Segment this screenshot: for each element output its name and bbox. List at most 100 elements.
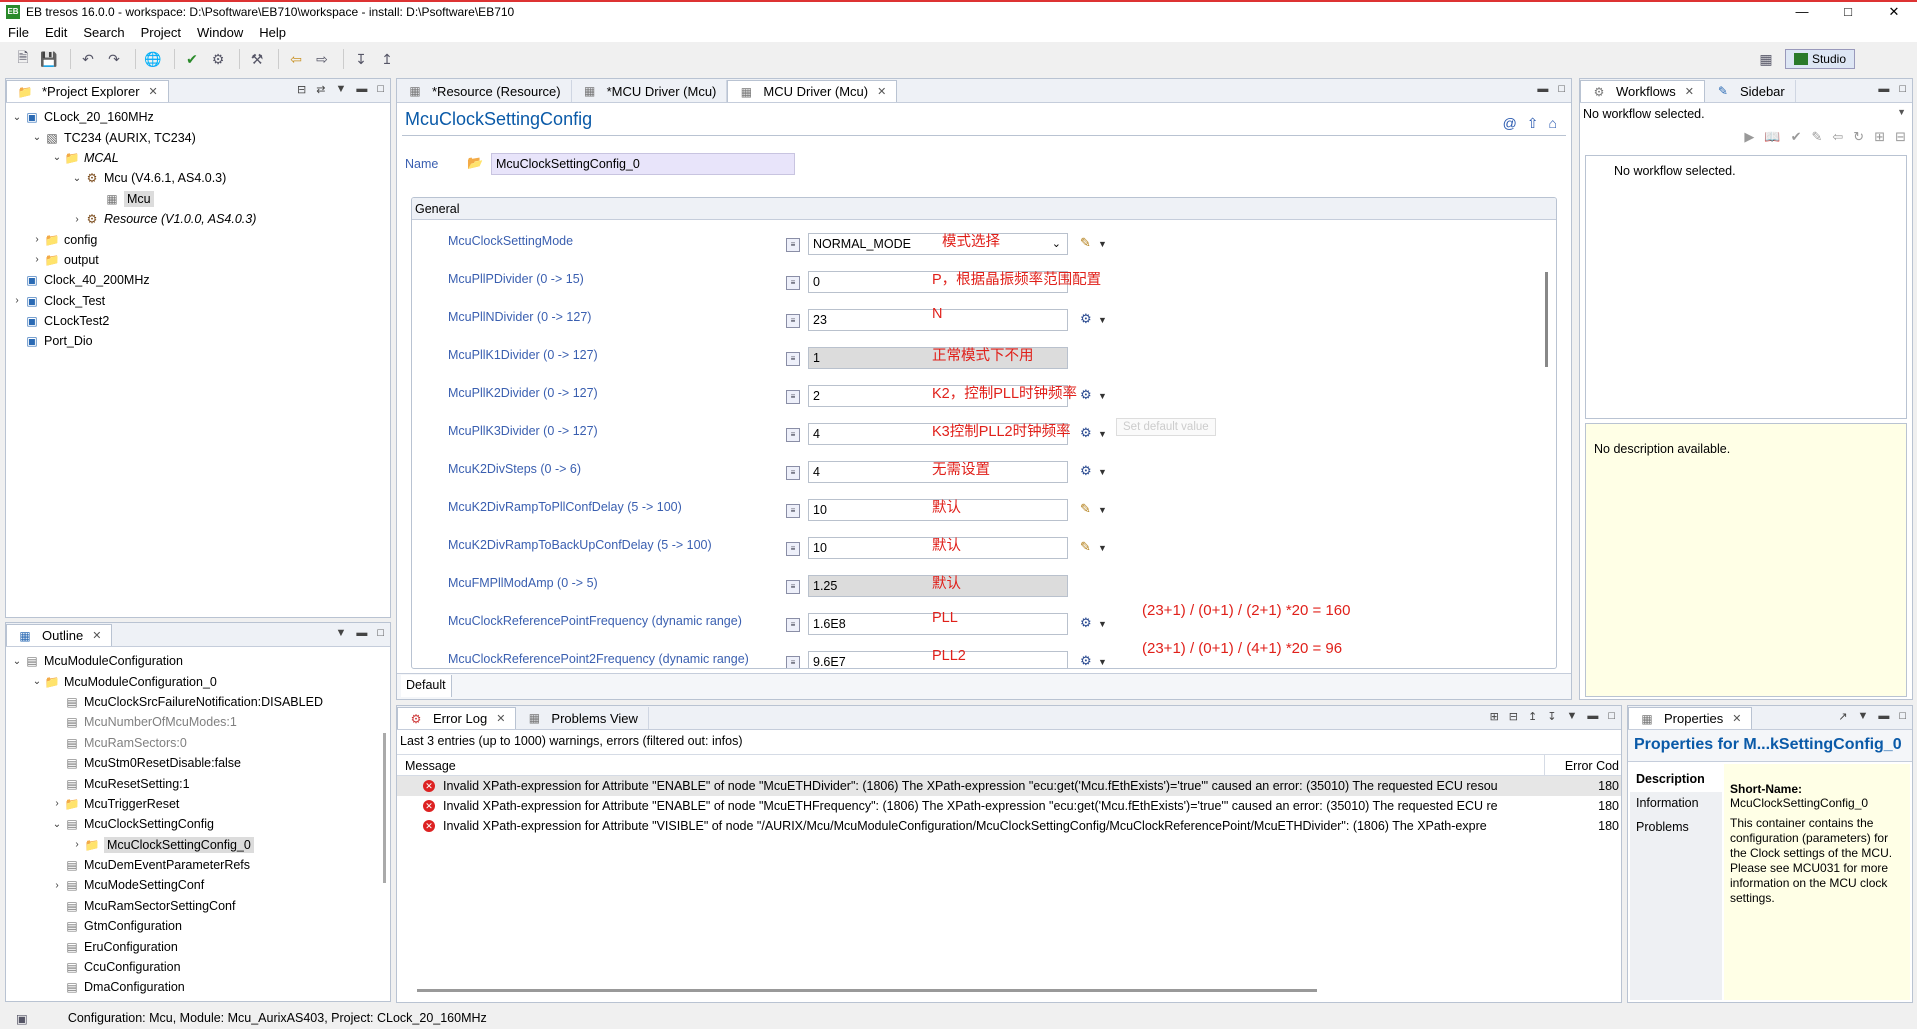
tree-item[interactable]: ⌄ ▤ McuModuleConfiguration	[6, 651, 390, 671]
back-icon[interactable]: ⇦	[285, 48, 307, 70]
chevron-down-icon[interactable]: ⌄	[50, 152, 64, 163]
close-icon[interactable]: ✕	[92, 629, 101, 642]
close-icon[interactable]: ✕	[1685, 85, 1694, 98]
default-value-icon[interactable]: ⚙	[1080, 463, 1092, 479]
close-icon[interactable]: ✕	[877, 85, 886, 98]
mode-select[interactable]: NORMAL_MODE ⌄	[808, 233, 1068, 255]
pin-icon[interactable]: ↗	[1838, 710, 1847, 723]
tree-item[interactable]: ▤ McuResetSetting:1	[6, 773, 390, 793]
tab-properties[interactable]: ▦ Properties ✕	[1628, 707, 1753, 729]
undo-icon[interactable]: ↶	[77, 48, 99, 70]
maximize-view-icon[interactable]: □	[1899, 83, 1906, 95]
close-icon[interactable]: ✕	[149, 85, 158, 98]
menu-project[interactable]: Project	[133, 25, 189, 40]
minimize-view-icon[interactable]: ▬	[356, 627, 367, 639]
collapse-all-icon[interactable]: ⊟	[297, 83, 306, 96]
chevron-down-icon[interactable]: ⌄	[30, 132, 44, 143]
default-value-icon[interactable]: ⚙	[1080, 425, 1092, 441]
tree-item[interactable]: ⌄ ⚙ Mcu (V4.6.1, AS4.0.3)	[6, 168, 390, 188]
editor-scrollbar[interactable]	[1545, 272, 1548, 367]
chevron-down-icon[interactable]: ⌄	[30, 676, 44, 687]
close-button[interactable]: ✕	[1871, 2, 1917, 22]
chevron-down-icon[interactable]: ⌄	[1052, 237, 1061, 250]
table-row[interactable]: ✕ Invalid XPath-expression for Attribute …	[397, 816, 1621, 836]
export-log-icon[interactable]: ↥	[1528, 710, 1537, 723]
tree-item[interactable]: ▤ McuClockSrcFailureNotification:DISABLED	[6, 692, 390, 712]
minimize-view-icon[interactable]: ▬	[1537, 83, 1548, 95]
menu-search[interactable]: Search	[75, 25, 132, 40]
globe-icon[interactable]: 🌐	[142, 48, 164, 70]
tab-outline[interactable]: ▦ Outline ✕	[6, 624, 113, 646]
tree-item[interactable]: ⌄ 📁 McuModuleConfiguration_0	[6, 671, 390, 691]
collapse-icon[interactable]: ⊟	[1895, 129, 1906, 145]
tree-item[interactable]: ⌄ ▧ TC234 (AURIX, TC234)	[6, 127, 390, 147]
check-icon[interactable]: ✔	[1791, 129, 1802, 145]
chevron-down-icon[interactable]: ▼	[1098, 505, 1107, 515]
minimize-view-icon[interactable]: ▬	[356, 83, 367, 96]
home-icon[interactable]: ⌂	[1549, 115, 1557, 132]
pencil-icon[interactable]: ✎	[1080, 539, 1091, 555]
chevron-right-icon[interactable]: ›	[10, 295, 24, 306]
tree-item[interactable]: ▤ McuDemEventParameterRefs	[6, 855, 390, 875]
tree-item[interactable]: ▤ GtmConfiguration	[6, 916, 390, 936]
chevron-down-icon[interactable]: ▼	[1098, 239, 1107, 249]
expand-icon[interactable]: ⊞	[1874, 129, 1885, 145]
save-icon[interactable]: 💾	[38, 48, 60, 70]
up-icon[interactable]: ⇧	[1527, 115, 1539, 132]
tree-item[interactable]: ⌄ 📁 MCAL	[6, 148, 390, 168]
tree-item[interactable]: › ▣ Clock_Test	[6, 291, 390, 311]
chevron-right-icon[interactable]: ›	[70, 839, 84, 850]
import-icon[interactable]: ↧	[350, 48, 372, 70]
tree-item[interactable]: ▦ Mcu	[6, 189, 390, 209]
import-log-icon[interactable]: ↧	[1547, 710, 1556, 723]
chevron-down-icon[interactable]: ⌄	[10, 656, 24, 667]
tree-item[interactable]: › ▤ McuModeSettingConf	[6, 875, 390, 895]
chevron-right-icon[interactable]: ›	[50, 880, 64, 891]
studio-perspective-button[interactable]: Studio	[1784, 49, 1855, 69]
menu-window[interactable]: Window	[189, 25, 251, 40]
tab-workflows[interactable]: ⚙ Workflows ✕	[1580, 80, 1705, 102]
tree-item[interactable]: ▤ EruConfiguration	[6, 936, 390, 956]
close-icon[interactable]: ✕	[496, 712, 505, 725]
maximize-view-icon[interactable]: □	[377, 627, 384, 639]
chevron-down-icon[interactable]: ▼	[1098, 543, 1107, 553]
minimize-view-icon[interactable]: ▬	[1587, 710, 1598, 723]
tab-default[interactable]: Default	[401, 675, 452, 697]
new-icon[interactable]: 🗎	[12, 48, 34, 70]
expand-all-icon[interactable]: ⊞	[1490, 710, 1499, 723]
pencil-icon[interactable]: ✎	[1080, 501, 1091, 517]
minimize-view-icon[interactable]: ▬	[1878, 83, 1889, 95]
run-icon[interactable]: ▶	[1744, 129, 1754, 145]
column-message[interactable]: Message	[405, 759, 456, 773]
chevron-down-icon[interactable]: ▼	[1098, 619, 1107, 629]
tree-item[interactable]: › 📁 config	[6, 229, 390, 249]
tool-icon[interactable]: ⚒	[246, 48, 268, 70]
tree-item[interactable]: ▣ Clock_40_200MHz	[6, 270, 390, 290]
chevron-right-icon[interactable]: ›	[50, 798, 64, 809]
chevron-right-icon[interactable]: ›	[30, 254, 44, 265]
minimize-view-icon[interactable]: ▬	[1878, 710, 1889, 723]
tab-sidebar[interactable]: ✎ Sidebar	[1705, 80, 1796, 102]
maximize-view-icon[interactable]: □	[1608, 710, 1615, 723]
maximize-view-icon[interactable]: □	[1899, 710, 1906, 723]
tree-item[interactable]: ▤ McuRamSectorSettingConf	[6, 896, 390, 916]
generate-icon[interactable]: ⚙	[207, 48, 229, 70]
pencil-icon[interactable]: ✎	[1080, 235, 1091, 251]
properties-tab-description[interactable]: Description	[1630, 768, 1722, 792]
tab-mcu-driver[interactable]: ▦ MCU Driver (Mcu) ✕	[727, 80, 898, 102]
verify-icon[interactable]: ✔	[181, 48, 203, 70]
default-value-icon[interactable]: ⚙	[1080, 311, 1092, 327]
tree-item[interactable]: ▣ CLockTest2	[6, 311, 390, 331]
chevron-down-icon[interactable]: ▼	[1897, 107, 1906, 117]
view-menu-icon[interactable]: ▼	[1566, 710, 1577, 723]
back-arrow-icon[interactable]: ⇦	[1832, 129, 1843, 145]
minimize-button[interactable]: —	[1779, 2, 1825, 22]
tree-item[interactable]: › ⚙ Resource (V1.0.0, AS4.0.3)	[6, 209, 390, 229]
tab-problems-view[interactable]: ▦ Problems View	[516, 707, 649, 729]
name-field[interactable]: McuClockSettingConfig_0	[491, 153, 795, 175]
chevron-down-icon[interactable]: ⌄	[50, 819, 64, 830]
redo-icon[interactable]: ↷	[103, 48, 125, 70]
menu-help[interactable]: Help	[251, 25, 294, 40]
open-perspective-icon[interactable]: ▦	[1755, 48, 1777, 70]
chevron-right-icon[interactable]: ›	[70, 214, 84, 225]
